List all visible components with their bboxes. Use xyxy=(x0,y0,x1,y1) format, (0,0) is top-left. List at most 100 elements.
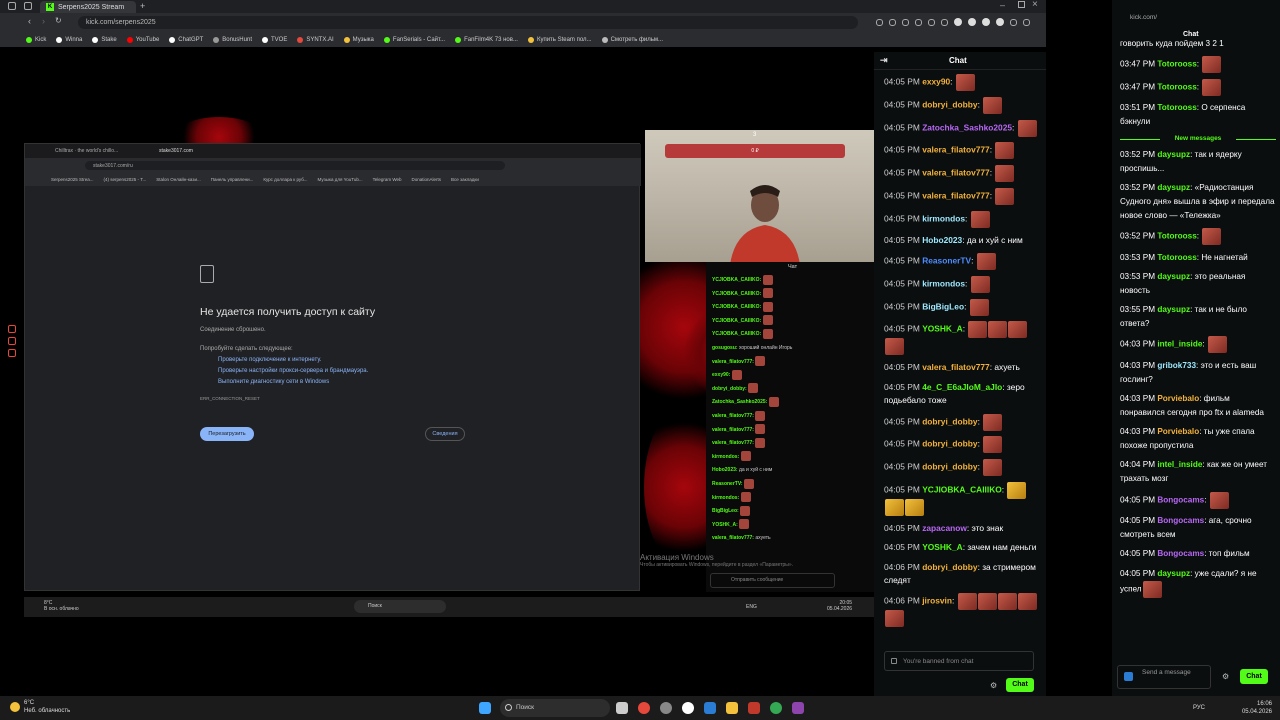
message-user[interactable]: dobryi_dobby xyxy=(922,439,977,449)
todo-icon[interactable] xyxy=(704,702,716,714)
browser-tab-active[interactable]: K Serpens2025 Stream xyxy=(40,1,136,13)
message-user[interactable]: dobryi_dobby xyxy=(922,562,977,572)
message-user[interactable]: Totorooss xyxy=(1157,82,1196,91)
collapse-chat-icon[interactable]: ⇥ xyxy=(880,55,888,66)
maximize-button[interactable] xyxy=(1018,1,1025,8)
message-user[interactable]: YOSHK_A xyxy=(922,542,963,552)
close-window-button[interactable]: × xyxy=(1032,0,1038,10)
download-icon[interactable] xyxy=(1010,18,1017,26)
message-user[interactable]: Bongocams xyxy=(1157,549,1204,558)
settings-app-icon[interactable] xyxy=(660,702,672,714)
message-user[interactable]: Porviebalo xyxy=(1157,394,1199,403)
bookmark-item[interactable]: Купить Steam пол... xyxy=(527,36,592,43)
message-user[interactable]: valera_filatov777 xyxy=(922,362,990,372)
message-user[interactable]: dobryi_dobby xyxy=(922,462,977,472)
bookmark-item[interactable]: BonusHunt xyxy=(213,36,252,43)
message-user[interactable]: jirosvin xyxy=(922,596,952,606)
message-user[interactable]: zapacanow xyxy=(922,523,967,533)
message-user[interactable]: 4e_C_E6aJIoM_aJIo xyxy=(922,382,1002,392)
message-user[interactable]: valera_filatov777 xyxy=(922,168,990,178)
menu-icon[interactable] xyxy=(1023,18,1030,26)
extension-icon[interactable] xyxy=(902,18,909,26)
side-icon[interactable] xyxy=(8,325,16,333)
message-user[interactable]: Porviebalo xyxy=(1157,427,1199,436)
chat-send-button[interactable]: Chat xyxy=(1006,678,1034,692)
bookmark-item[interactable]: Kick xyxy=(26,36,46,43)
message-user[interactable]: YCJIOBKA_CAIIIKO xyxy=(922,485,1002,495)
extension-icon[interactable] xyxy=(915,18,922,26)
chat-settings-icon[interactable]: ⚙ xyxy=(990,681,997,690)
extension-icon[interactable] xyxy=(941,18,948,26)
message-user[interactable]: YOSHK_A xyxy=(922,324,963,334)
side-icon[interactable] xyxy=(8,337,16,345)
language-indicator[interactable]: РУС xyxy=(1193,705,1205,711)
app-icon[interactable] xyxy=(748,702,760,714)
side-chat-button[interactable]: Chat xyxy=(1240,669,1268,684)
explorer-icon[interactable] xyxy=(726,702,738,714)
chat-input-banned[interactable]: You're banned from chat xyxy=(884,651,1034,671)
message-user[interactable]: Totorooss xyxy=(1157,253,1196,262)
side-settings-icon[interactable]: ⚙ xyxy=(1222,672,1229,681)
app-menu-icon[interactable] xyxy=(8,2,16,10)
bookmark-item[interactable]: Музыка xyxy=(343,36,374,43)
weather-widget[interactable]: 6°C Неб. облачность xyxy=(10,699,70,715)
side-send-input[interactable]: Send a message xyxy=(1117,665,1211,689)
profile-icon[interactable] xyxy=(954,18,962,26)
taskbar-search[interactable]: Поиск xyxy=(500,699,610,717)
message-user[interactable]: daysupz xyxy=(1157,305,1190,314)
extension-icon[interactable] xyxy=(928,18,935,26)
reload-icon[interactable]: ↻ xyxy=(55,16,62,25)
message-user[interactable]: intel_inside xyxy=(1157,340,1202,349)
bookmark-item[interactable]: SYNTX.AI xyxy=(297,36,334,43)
bookmark-item[interactable]: ChatGPT xyxy=(169,36,203,43)
bookmark-item[interactable]: YouTube xyxy=(126,36,159,43)
message-user[interactable]: Bongocams xyxy=(1157,495,1204,504)
message-user[interactable]: kirmondos xyxy=(922,214,965,224)
extension-icon[interactable] xyxy=(889,18,896,26)
profile-icon[interactable] xyxy=(982,18,990,26)
start-icon[interactable] xyxy=(479,702,491,714)
bookmark-item[interactable]: FanSerials - Сайт... xyxy=(383,36,445,43)
profile-icon[interactable] xyxy=(996,18,1004,26)
profile-icon[interactable] xyxy=(968,18,976,26)
message-user[interactable]: valera_filatov777 xyxy=(922,191,990,201)
message-user[interactable]: BigBigLeo xyxy=(922,301,964,311)
address-bar[interactable]: kick.com/serpens2025 xyxy=(78,16,858,29)
message-user[interactable]: ReasonerTV xyxy=(922,256,971,266)
bookmark-item[interactable]: Winna xyxy=(56,36,82,43)
clock[interactable]: 16:06 05.04.2026 xyxy=(1240,700,1272,716)
bookmark-item[interactable]: Смотреть фильм... xyxy=(601,36,663,43)
bookmark-item[interactable]: TVOE xyxy=(261,36,287,43)
message-user[interactable]: daysupz xyxy=(1157,272,1190,281)
message-user[interactable]: Totorooss xyxy=(1157,60,1196,69)
extension-icon[interactable] xyxy=(876,18,883,26)
message-user[interactable]: gribok733 xyxy=(1157,361,1196,370)
message-user[interactable]: valera_filatov777 xyxy=(922,145,990,155)
message-user[interactable]: Totorooss xyxy=(1157,232,1196,241)
task-view-icon[interactable] xyxy=(616,702,628,714)
new-tab-button[interactable]: + xyxy=(140,1,145,11)
bookmark-item[interactable]: FanFilm4K 73 нов... xyxy=(455,36,518,43)
chrome-icon[interactable] xyxy=(770,702,782,714)
obs-icon[interactable] xyxy=(638,702,650,714)
message-user[interactable]: Bongocams xyxy=(1157,516,1204,525)
message-user[interactable]: Hobo2023 xyxy=(922,235,962,245)
message-user[interactable]: Totorooss xyxy=(1157,103,1196,112)
message-user[interactable]: intel_inside xyxy=(1157,460,1202,469)
message-user[interactable]: daysupz xyxy=(1157,150,1190,159)
forward-icon[interactable]: › xyxy=(42,16,45,26)
app-icon[interactable] xyxy=(792,702,804,714)
minimize-button[interactable]: – xyxy=(1000,0,1005,10)
back-icon[interactable]: ‹ xyxy=(28,16,31,26)
message-user[interactable]: exxy90 xyxy=(922,77,950,87)
message-user[interactable]: daysupz xyxy=(1157,569,1190,578)
message-user[interactable]: dobryi_dobby xyxy=(922,416,977,426)
message-user[interactable]: kirmondos xyxy=(922,278,965,288)
side-icon[interactable] xyxy=(8,349,16,357)
bookmark-item[interactable]: Stake xyxy=(92,36,117,43)
message-user[interactable]: Zatochka_Sashko2025 xyxy=(922,122,1012,132)
tab-list-icon[interactable] xyxy=(24,2,32,10)
message-user[interactable]: dobryi_dobby xyxy=(922,100,977,110)
message-user[interactable]: daysupz xyxy=(1157,183,1190,192)
yandex-icon[interactable] xyxy=(682,702,694,714)
